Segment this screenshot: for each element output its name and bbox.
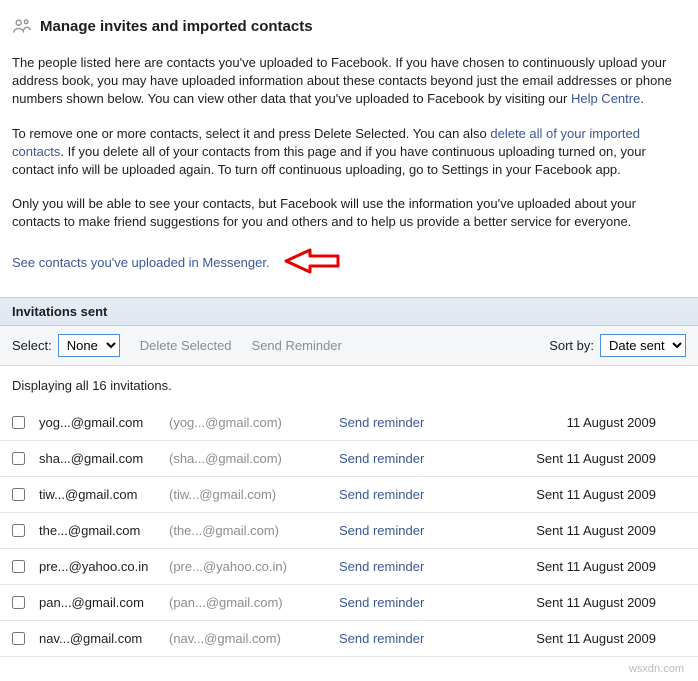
intro-p2: To remove one or more contacts, select i… — [12, 125, 686, 180]
sent-date: Sent 11 August 2009 — [499, 631, 686, 646]
row-checkbox[interactable] — [12, 560, 25, 573]
invitation-row: pre...@yahoo.co.in(pre...@yahoo.co.in)Se… — [0, 549, 698, 585]
send-reminder-link[interactable]: Send reminder — [339, 523, 424, 538]
contact-email: yog...@gmail.com — [39, 415, 169, 430]
contact-email: tiw...@gmail.com — [39, 487, 169, 502]
contact-email: sha...@gmail.com — [39, 451, 169, 466]
row-checkbox[interactable] — [12, 524, 25, 537]
contact-email-paren: (pan...@gmail.com) — [169, 595, 339, 610]
invitation-row: sha...@gmail.com(sha...@gmail.com)Send r… — [0, 441, 698, 477]
sent-date: Sent 11 August 2009 — [499, 523, 686, 538]
toolbar: Select: None Delete Selected Send Remind… — [0, 326, 698, 366]
contact-email-paren: (tiw...@gmail.com) — [169, 487, 339, 502]
sent-date: Sent 11 August 2009 — [499, 559, 686, 574]
row-checkbox[interactable] — [12, 596, 25, 609]
row-checkbox[interactable] — [12, 632, 25, 645]
send-reminder-link[interactable]: Send reminder — [339, 559, 424, 574]
intro-p3: Only you will be able to see your contac… — [12, 195, 686, 231]
row-checkbox[interactable] — [12, 488, 25, 501]
contact-email: pan...@gmail.com — [39, 595, 169, 610]
select-dropdown[interactable]: None — [58, 334, 120, 357]
row-checkbox[interactable] — [12, 416, 25, 429]
intro-p1: The people listed here are contacts you'… — [12, 54, 686, 109]
send-reminder-link[interactable]: Send reminder — [339, 451, 424, 466]
invitation-row: the...@gmail.com(the...@gmail.com)Send r… — [0, 513, 698, 549]
contact-email-paren: (pre...@yahoo.co.in) — [169, 559, 339, 574]
annotation-arrow-icon — [280, 248, 340, 277]
contact-email-paren: (sha...@gmail.com) — [169, 451, 339, 466]
sent-date: Sent 11 August 2009 — [499, 487, 686, 502]
contact-email-paren: (the...@gmail.com) — [169, 523, 339, 538]
intro-p2b: . If you delete all of your contacts fro… — [12, 144, 646, 177]
intro-p2a: To remove one or more contacts, select i… — [12, 126, 490, 141]
send-reminder-button[interactable]: Send Reminder — [252, 338, 342, 353]
contact-email: pre...@yahoo.co.in — [39, 559, 169, 574]
contacts-icon — [12, 16, 32, 36]
page-title: Manage invites and imported contacts — [40, 18, 313, 35]
sent-date: 11 August 2009 — [499, 415, 686, 430]
select-label: Select: — [12, 338, 52, 353]
row-checkbox[interactable] — [12, 452, 25, 465]
send-reminder-link[interactable]: Send reminder — [339, 415, 424, 430]
contact-email: nav...@gmail.com — [39, 631, 169, 646]
invitation-row: nav...@gmail.com(nav...@gmail.com)Send r… — [0, 621, 698, 657]
sent-date: Sent 11 August 2009 — [499, 451, 686, 466]
delete-selected-button[interactable]: Delete Selected — [140, 338, 232, 353]
contact-email-paren: (yog...@gmail.com) — [169, 415, 339, 430]
section-banner: Invitations sent — [0, 297, 698, 326]
contact-email: the...@gmail.com — [39, 523, 169, 538]
messenger-contacts-link[interactable]: See contacts you've uploaded in Messenge… — [12, 255, 270, 270]
watermark: wsxdn.com — [0, 657, 698, 681]
invitation-row: yog...@gmail.com(yog...@gmail.com)Send r… — [0, 405, 698, 441]
send-reminder-link[interactable]: Send reminder — [339, 487, 424, 502]
sort-dropdown[interactable]: Date sent — [600, 334, 686, 357]
page-header: Manage invites and imported contacts — [12, 16, 686, 36]
help-centre-link[interactable]: Help Centre — [571, 91, 640, 106]
send-reminder-link[interactable]: Send reminder — [339, 631, 424, 646]
invitation-row: pan...@gmail.com(pan...@gmail.com)Send r… — [0, 585, 698, 621]
contact-email-paren: (nav...@gmail.com) — [169, 631, 339, 646]
sent-date: Sent 11 August 2009 — [499, 595, 686, 610]
display-count: Displaying all 16 invitations. — [0, 366, 698, 405]
invitation-row: tiw...@gmail.com(tiw...@gmail.com)Send r… — [0, 477, 698, 513]
sort-label: Sort by: — [549, 338, 594, 353]
send-reminder-link[interactable]: Send reminder — [339, 595, 424, 610]
intro-p1b: . — [640, 91, 644, 106]
